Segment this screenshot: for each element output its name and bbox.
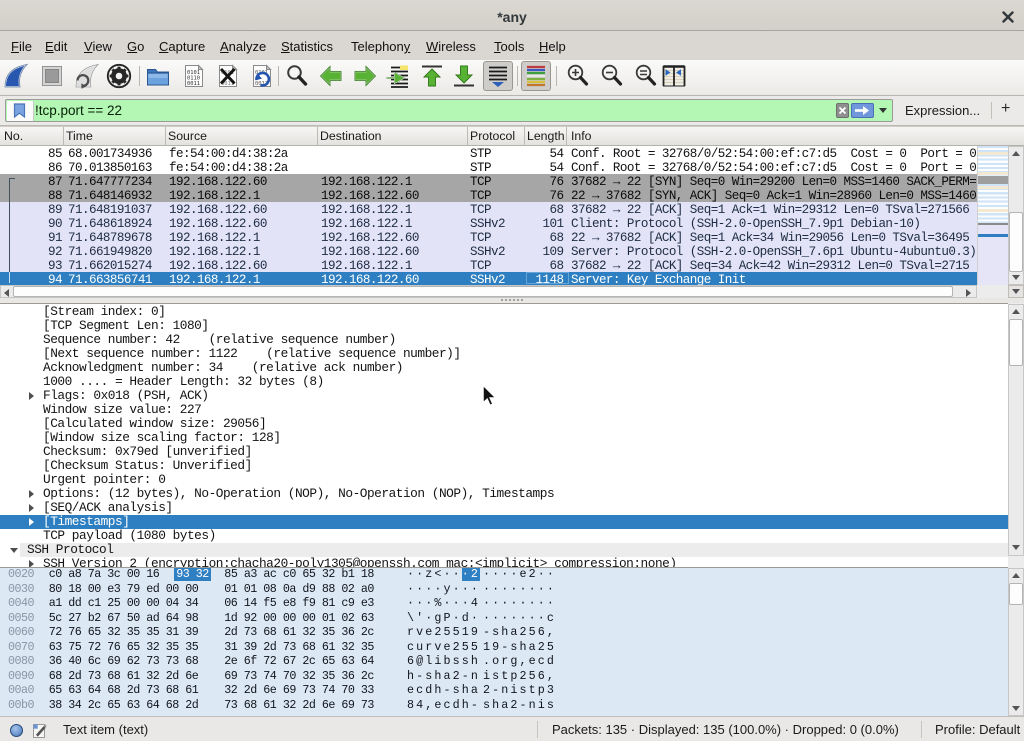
svg-text:0011: 0011 <box>187 81 200 87</box>
